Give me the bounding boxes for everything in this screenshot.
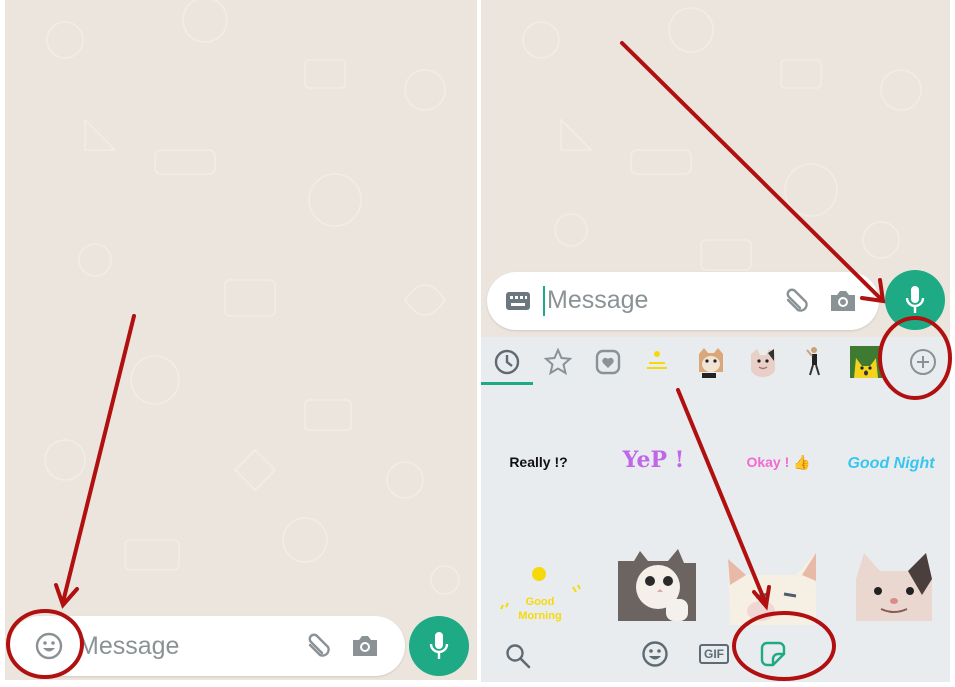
message-input[interactable]: Message [78, 632, 297, 661]
search-icon [506, 644, 531, 669]
sticker-search-button[interactable] [501, 639, 535, 673]
sticker-icon [760, 641, 786, 667]
left-chat-screen: Message [5, 0, 477, 680]
microphone-icon [905, 286, 925, 313]
tab-cat-pack-2[interactable] [743, 345, 783, 379]
sticker-good-night[interactable]: Good Night [841, 447, 941, 481]
sticker-okay[interactable]: Okay ! 👍 [731, 447, 826, 477]
camera-icon[interactable] [815, 288, 871, 314]
pikachu-sticker-thumbnail [850, 346, 882, 378]
tab-good-morning-pack[interactable] [637, 345, 677, 379]
dancer-sticker-thumbnail [806, 347, 820, 376]
sticker-smiling-cat[interactable] [853, 549, 935, 627]
sticker-tabs [481, 337, 950, 387]
sun-sticker-thumbnail [647, 351, 667, 369]
sticker-yep[interactable]: YeP ! [606, 443, 701, 477]
sticker-tray: Really !? YeP ! Okay ! 👍 Good Night Good… [481, 337, 950, 682]
gif-label: GIF [699, 644, 729, 664]
cat-sticker-thumbnail [699, 348, 723, 378]
sticker-white-cat[interactable] [726, 549, 821, 629]
sticker-text: Okay ! 👍 [746, 453, 811, 470]
emoji-tab-button[interactable] [638, 637, 672, 671]
emoji-icon [642, 641, 668, 667]
plus-circle-icon [910, 349, 936, 375]
gif-tab-button[interactable]: GIF [698, 639, 730, 669]
sticker-tab-button[interactable] [756, 637, 790, 671]
sticker-text: Good Night [847, 455, 935, 472]
message-placeholder: Message [547, 285, 649, 314]
sticker-text: Really !? [509, 454, 568, 470]
keyboard-icon[interactable] [493, 291, 543, 311]
sticker-really[interactable]: Really !? [491, 447, 586, 477]
star-icon [544, 348, 572, 376]
tab-recent[interactable] [487, 345, 527, 379]
chat-wallpaper [44, 0, 460, 595]
clock-icon [494, 349, 520, 375]
message-input-bar[interactable]: Message [10, 616, 405, 676]
sticker-text: Good Morning [518, 596, 562, 622]
active-tab-indicator [481, 382, 533, 385]
cat-sticker-thumbnail [751, 349, 775, 377]
microphone-icon [429, 632, 449, 659]
tab-favorites[interactable] [538, 345, 578, 379]
text-caret [543, 286, 545, 317]
heart-sticker-icon [595, 349, 621, 375]
white-cat-image [728, 553, 816, 625]
smiling-cat-image [856, 553, 932, 621]
camera-icon[interactable] [337, 633, 393, 659]
sticker-cat-thumbs-up[interactable] [616, 547, 698, 623]
sticker-text: YeP ! [622, 447, 685, 473]
cat-thumbs-up-image [618, 549, 696, 621]
tab-add-stickers[interactable] [903, 345, 943, 379]
paperclip-icon[interactable] [297, 631, 337, 661]
message-input-bar[interactable]: Message [487, 272, 879, 330]
tab-pikachu-pack[interactable] [846, 345, 886, 379]
tab-cat-pack-1[interactable] [691, 345, 731, 379]
voice-record-button[interactable] [409, 616, 469, 676]
voice-record-button[interactable] [885, 270, 945, 330]
paperclip-icon[interactable] [775, 286, 815, 316]
message-input[interactable]: Message [543, 285, 775, 317]
right-chat-screen: Message Really !? YeP ! Okay ! 👍 Good Ni… [481, 0, 950, 682]
sticker-good-morning[interactable]: Good Morning [493, 557, 588, 647]
tab-love[interactable] [588, 345, 628, 379]
tab-dancer-pack[interactable] [794, 345, 834, 379]
emoji-icon[interactable] [20, 631, 78, 661]
